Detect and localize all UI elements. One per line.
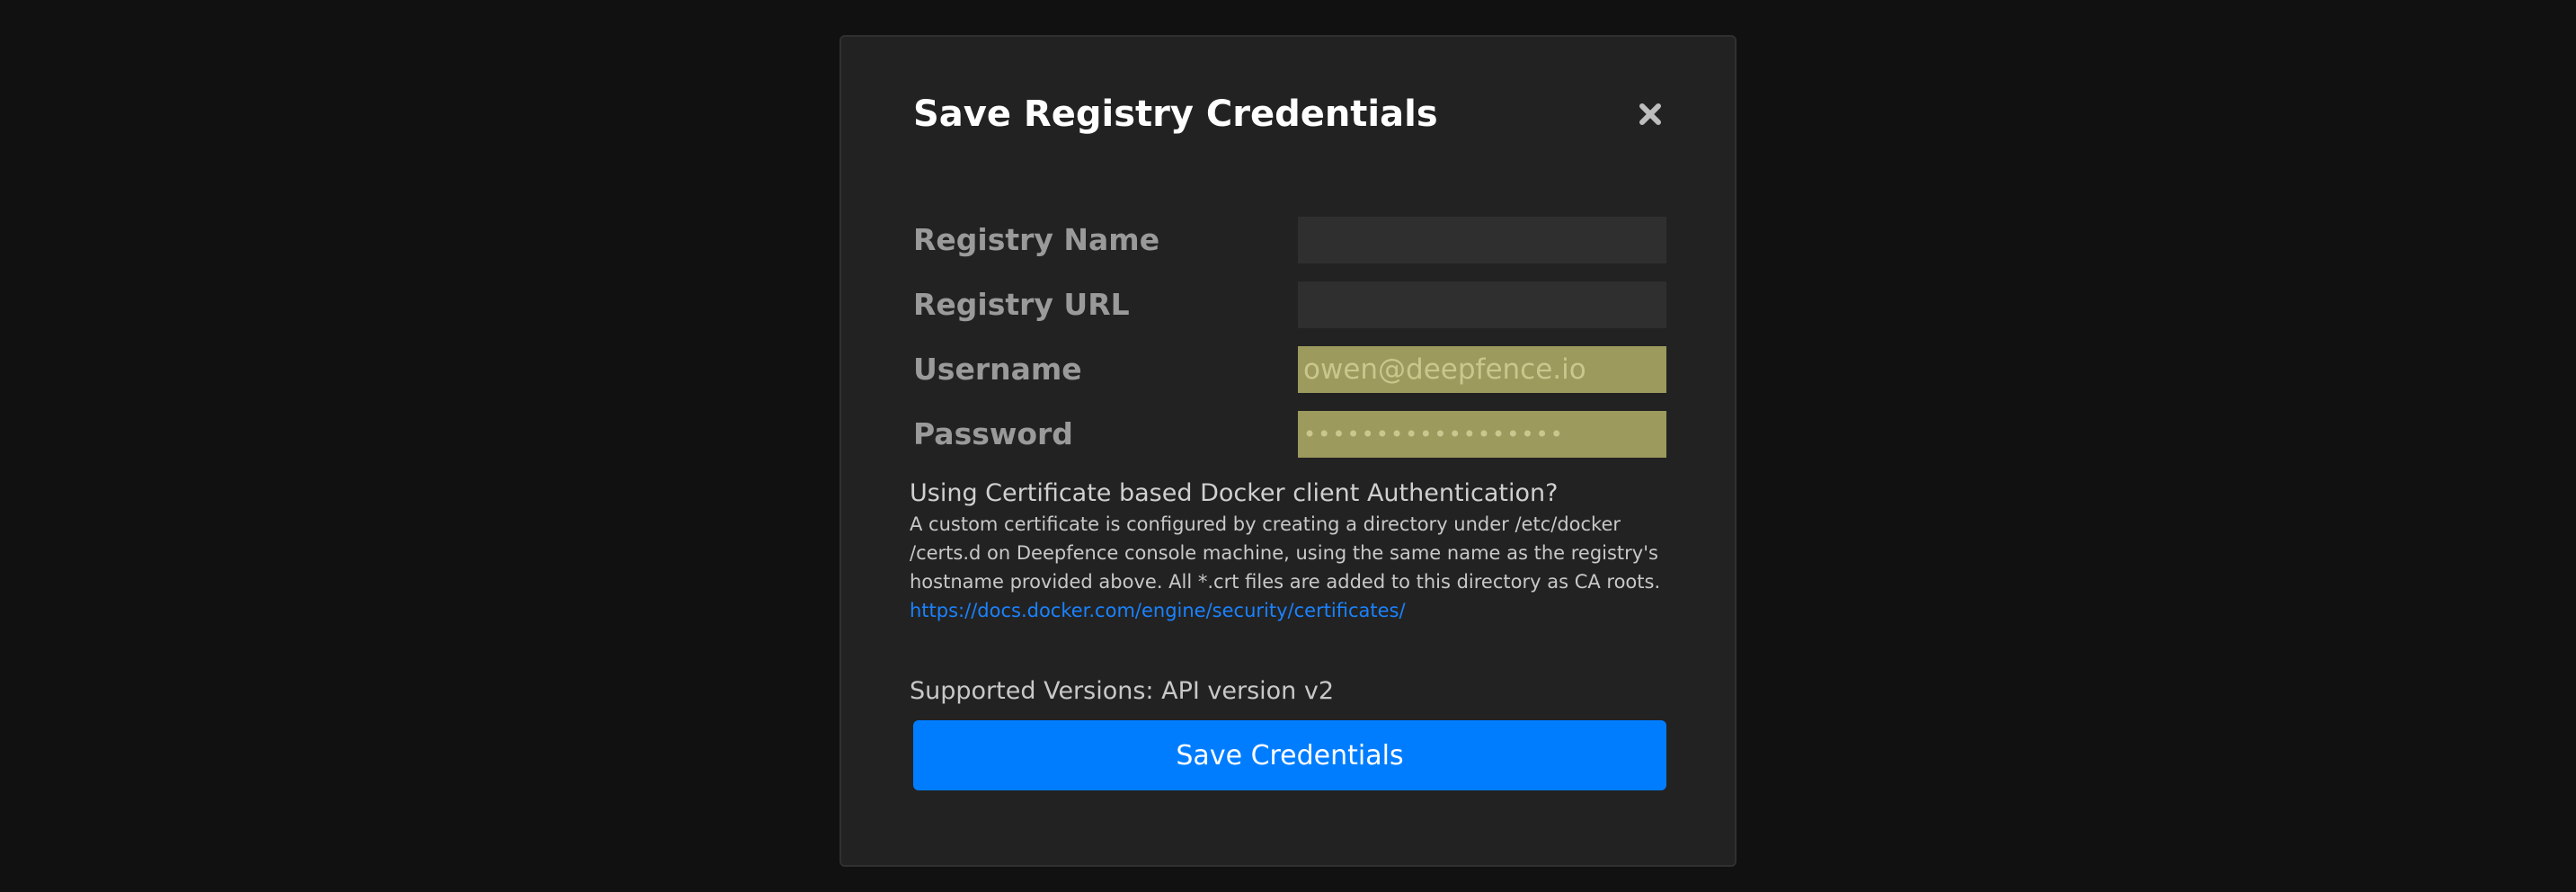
certificate-heading: Using Certificate based Docker client Au… xyxy=(910,479,1559,507)
save-credentials-button[interactable]: Save Credentials xyxy=(913,720,1666,790)
username-label: Username xyxy=(913,352,1082,387)
supported-versions: Supported Versions: API version v2 xyxy=(910,677,1335,705)
docker-certificates-link[interactable]: https://docs.docker.com/engine/security/… xyxy=(910,596,1647,625)
certificate-line: /certs.d on Deepfence console machine, u… xyxy=(910,542,1658,564)
password-input[interactable] xyxy=(1298,411,1666,458)
certificate-line: hostname provided above. All *.crt files… xyxy=(910,571,1661,593)
registry-credentials-modal: Save Registry Credentials Registry Name … xyxy=(839,35,1737,867)
close-icon xyxy=(1639,103,1661,125)
registry-url-label: Registry URL xyxy=(913,287,1130,322)
username-input[interactable] xyxy=(1298,346,1666,393)
certificate-line: A custom certificate is configured by cr… xyxy=(910,513,1621,535)
registry-name-label: Registry Name xyxy=(913,222,1160,257)
certificate-info: Using Certificate based Docker client Au… xyxy=(910,477,1661,625)
username-row: Username xyxy=(913,346,1666,393)
registry-url-row: Registry URL xyxy=(913,281,1666,328)
registry-name-input[interactable] xyxy=(1298,217,1666,263)
registry-url-input[interactable] xyxy=(1298,281,1666,328)
password-label: Password xyxy=(913,416,1073,451)
modal-title: Save Registry Credentials xyxy=(913,94,1438,135)
registry-name-row: Registry Name xyxy=(913,217,1666,263)
close-button[interactable] xyxy=(1632,96,1668,132)
password-row: Password xyxy=(913,411,1666,458)
